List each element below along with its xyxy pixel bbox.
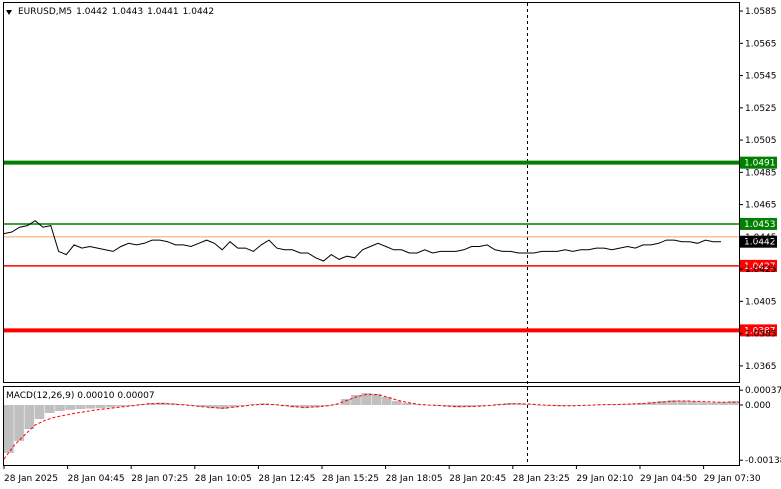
- price-tick-label: 1.0425: [745, 265, 777, 275]
- macd-bar: [667, 400, 678, 405]
- main-chart-frame: [3, 2, 740, 383]
- time-tick-label: 28 Jan 07:25: [131, 474, 188, 484]
- time-tick-label: 28 Jan 2025: [4, 474, 58, 484]
- macd-bar: [65, 405, 75, 410]
- macd-bar: [4, 405, 14, 453]
- dropdown-arrow-icon[interactable]: [6, 9, 12, 15]
- macd-bar: [95, 405, 106, 409]
- macd-bar: [657, 401, 668, 405]
- macd-tick-label: 0.00037: [745, 386, 781, 396]
- macd-bar: [24, 405, 35, 429]
- macd-bar: [728, 401, 739, 405]
- high-value: 1.0443: [111, 7, 144, 17]
- time-tick-label: 28 Jan 15:25: [322, 474, 379, 484]
- price-tick-label: 1.0485: [745, 168, 777, 178]
- macd-bar: [126, 405, 137, 406]
- macd-main-value: 0.00010: [77, 391, 115, 401]
- price-tick-label: 1.0405: [745, 297, 777, 307]
- close-value: 1.0442: [182, 7, 215, 17]
- macd-bar: [14, 405, 24, 441]
- level-label: 1.0453: [744, 220, 776, 230]
- macd-tick-label: -0.00138: [745, 456, 781, 466]
- chart-canvas[interactable]: 1.04911.04531.04271.0387 1.0442 1.05851.…: [0, 0, 781, 489]
- time-tick-label: 28 Jan 12:45: [258, 474, 315, 484]
- macd-bar: [44, 405, 55, 413]
- price-tick-label: 1.0525: [745, 104, 777, 114]
- macd-bar: [687, 401, 698, 405]
- time-tick-label: 28 Jan 23:25: [513, 474, 570, 484]
- open-value: 1.0442: [76, 7, 108, 17]
- level-label: 1.0491: [744, 159, 776, 169]
- price-tick-label: 1.0545: [745, 72, 777, 82]
- macd-bar: [55, 405, 65, 411]
- price-tick-label: 1.0445: [745, 233, 777, 243]
- macd-bar: [75, 405, 86, 409]
- symbol-label: EURUSD,M5: [18, 7, 73, 17]
- price-tick-label: 1.0385: [745, 330, 777, 340]
- macd-bar: [85, 405, 96, 409]
- macd-label: MACD(12,26,9): [6, 391, 75, 401]
- price-tick-label: 1.0465: [745, 201, 777, 211]
- macd-header: MACD(12,26,9) 0.00010 0.00007: [6, 391, 155, 401]
- time-tick-label: 29 Jan 04:50: [640, 474, 697, 484]
- price-tick-label: 1.0585: [745, 7, 777, 17]
- macd-tick-label: 0.000: [745, 401, 771, 411]
- time-tick-label: 29 Jan 07:30: [704, 474, 761, 484]
- macd-signal-value: 0.00007: [117, 391, 155, 401]
- price-tick-label: 1.0505: [745, 136, 777, 146]
- time-tick-label: 28 Jan 20:45: [449, 474, 506, 484]
- macd-bar: [116, 405, 126, 407]
- time-tick-label: 28 Jan 04:45: [68, 474, 125, 484]
- time-tick-label: 29 Jan 02:10: [576, 474, 633, 484]
- macd-bar: [708, 402, 719, 405]
- macd-bar: [391, 401, 402, 405]
- price-tick-label: 1.0565: [745, 39, 777, 49]
- price-tick-label: 1.0365: [745, 362, 777, 372]
- macd-bar: [34, 405, 45, 419]
- macd-bar: [698, 402, 708, 405]
- chart-header: EURUSD,M5 1.0442 1.0443 1.0441 1.0442: [6, 5, 214, 19]
- time-tick-label: 28 Jan 10:05: [195, 474, 252, 484]
- time-tick-label: 28 Jan 18:05: [386, 474, 443, 484]
- low-value: 1.0441: [147, 7, 179, 17]
- macd-bar: [106, 405, 116, 408]
